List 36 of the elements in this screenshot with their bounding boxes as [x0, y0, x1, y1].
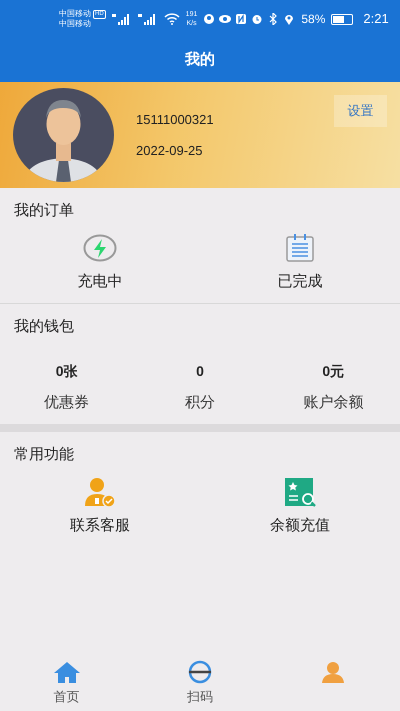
wallet-item[interactable]: 0元 账户余额: [266, 360, 400, 414]
home-icon: [52, 660, 81, 684]
wallet-item[interactable]: 0 积分: [133, 360, 267, 414]
menu-item[interactable]: 已完成: [200, 232, 400, 293]
location-icon: [283, 13, 296, 25]
section-title: 常用功能: [13, 445, 75, 465]
user-check-icon: [84, 476, 116, 506]
wifi-icon: [164, 13, 180, 25]
page-title: 我的: [185, 50, 215, 70]
settings-button[interactable]: 设置: [334, 95, 387, 127]
registration-date: 2022-09-25: [136, 142, 204, 160]
carrier-name: 中国移动: [59, 9, 91, 19]
menu-item[interactable]: 联系客服: [0, 476, 200, 537]
charging-icon: [83, 232, 117, 262]
bluetooth-icon: [267, 13, 280, 25]
tab-bar-item[interactable]: 扫码: [133, 657, 267, 711]
clock: 2:21: [363, 10, 389, 28]
section-title: 我的钱包: [13, 317, 75, 337]
menu-item[interactable]: 充电中: [0, 232, 200, 293]
wallet-item[interactable]: 0张 优惠券: [0, 360, 134, 414]
alarm-icon: [251, 13, 264, 25]
scan-icon: [186, 660, 213, 684]
phone-number: 15111000321: [136, 110, 214, 128]
battery-icon: [331, 14, 354, 24]
signal-icon: [138, 13, 158, 25]
signal-icon: [112, 13, 132, 25]
tab-bar-item[interactable]: 首页: [0, 657, 134, 711]
section-title: 我的订单: [13, 201, 75, 221]
menu-item[interactable]: 余额充值: [200, 476, 400, 537]
carrier-name: 中国移动: [59, 19, 92, 29]
document-search-icon: [283, 476, 317, 506]
eye-icon: [219, 13, 232, 25]
nfc-icon: [235, 13, 248, 25]
person-icon: [320, 660, 346, 684]
battery-percent: 58%: [301, 11, 326, 28]
notepad-icon: [285, 232, 315, 262]
